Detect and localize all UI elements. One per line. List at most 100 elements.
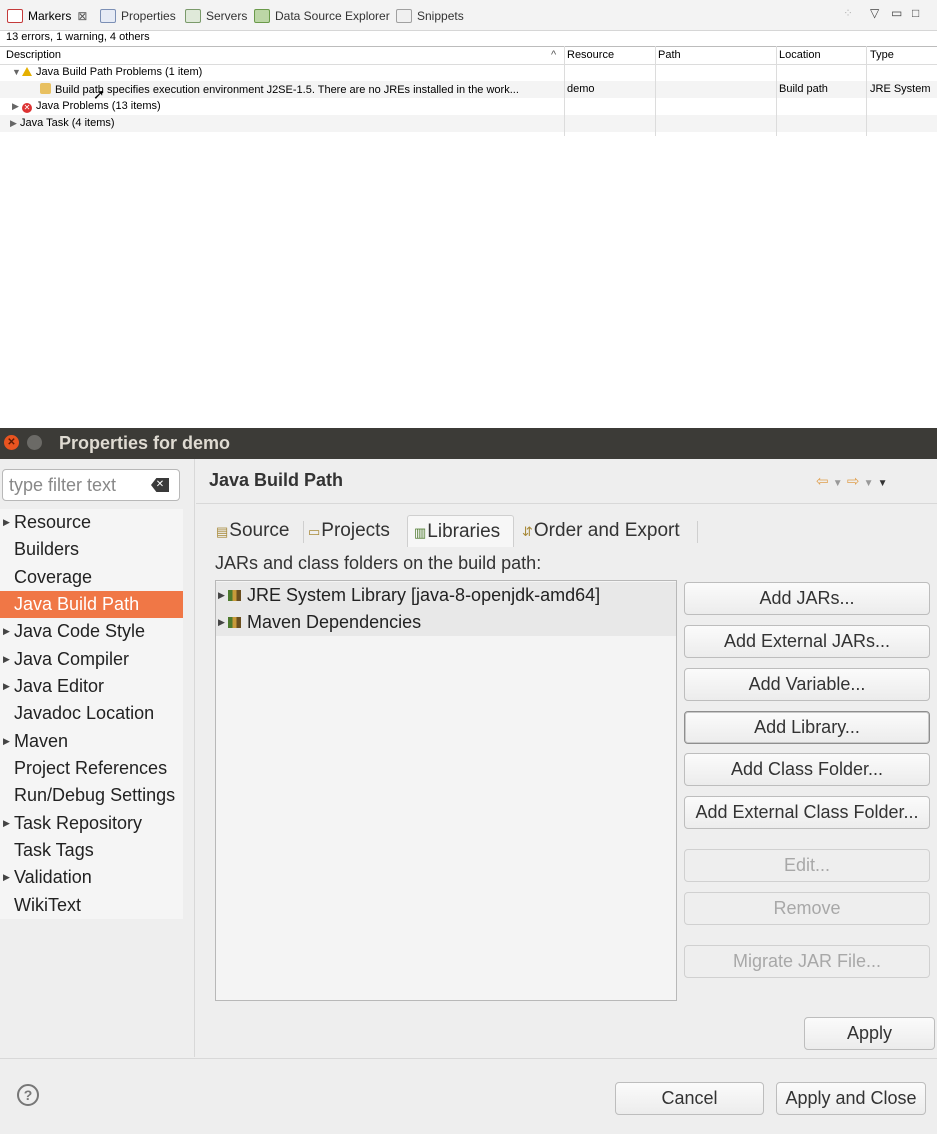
nav-item-maven[interactable]: ▶ Maven [0, 728, 183, 755]
tab-servers[interactable]: Servers [185, 8, 247, 24]
col-resource[interactable]: Resource [567, 49, 614, 61]
tab-projects[interactable]: ▭Projects [308, 515, 390, 547]
expand-arrow-icon[interactable]: ▶ [3, 509, 10, 536]
help-icon[interactable]: ? [17, 1084, 39, 1106]
expand-arrow-icon[interactable]: ▶ [218, 582, 225, 609]
libraries-tree[interactable]: ▶ JRE System Library [java-8-openjdk-amd… [215, 580, 677, 1001]
library-icon [228, 617, 241, 628]
forward-menu-icon[interactable]: ▼ [864, 478, 874, 489]
cancel-button[interactable]: Cancel [615, 1082, 764, 1115]
forward-arrow-icon[interactable]: ⇨ [847, 473, 860, 490]
nav-item-java-editor[interactable]: ▶ Java Editor [0, 673, 183, 700]
order-export-icon: ⇵ [522, 524, 533, 539]
add-library-button[interactable]: Add Library... [684, 711, 930, 744]
migrate-jar-button[interactable]: Migrate JAR File... [684, 945, 930, 978]
apply-and-close-button[interactable]: Apply and Close [776, 1082, 926, 1115]
expand-arrow-icon[interactable]: ▶ [3, 864, 10, 891]
row-type: JRE System [870, 83, 931, 95]
tab-markers[interactable]: Markers ⊠ [7, 8, 87, 24]
tab-divider [697, 521, 698, 543]
close-icon[interactable]: ⊠ [77, 9, 87, 23]
expanded-arrow-icon[interactable]: ▼ [12, 67, 22, 77]
nav-item-project-references[interactable]: Project References [0, 755, 183, 782]
add-class-folder-button[interactable]: Add Class Folder... [684, 753, 930, 786]
expand-arrow-icon[interactable]: ▶ [3, 728, 10, 755]
tab-properties[interactable]: Properties [100, 8, 176, 24]
minimize-window-icon[interactable] [27, 435, 42, 450]
markers-summary: 13 errors, 1 warning, 4 others [6, 31, 150, 43]
back-arrow-icon[interactable]: ⇦ [816, 473, 829, 490]
tab-libraries-label: Libraries [427, 521, 501, 542]
add-external-class-folder-button[interactable]: Add External Class Folder... [684, 796, 930, 829]
expand-arrow-icon[interactable]: ▶ [3, 618, 10, 645]
nav-item-task-tags[interactable]: Task Tags [0, 837, 183, 864]
table-row[interactable]: ▼ Java Build Path Problems (1 item) [0, 64, 937, 81]
collapsed-arrow-icon[interactable]: ▶ [12, 101, 22, 112]
col-path[interactable]: Path [658, 49, 681, 61]
remove-button[interactable]: Remove [684, 892, 930, 925]
col-location[interactable]: Location [779, 49, 821, 61]
col-description[interactable]: Description [6, 49, 61, 61]
nav-item-resource[interactable]: ▶ Resource [0, 509, 183, 536]
nav-item-javadoc-location[interactable]: Javadoc Location [0, 700, 183, 727]
nav-item-label: Builders [14, 539, 80, 559]
tree-item-jre-system-library[interactable]: ▶ JRE System Library [java-8-openjdk-amd… [216, 582, 676, 609]
expand-arrow-icon[interactable]: ▶ [218, 609, 225, 636]
sash-divider[interactable] [194, 459, 195, 1057]
projects-folder-icon: ▭ [308, 524, 321, 539]
add-external-jars-button[interactable]: Add External JARs... [684, 625, 930, 658]
nav-item-coverage[interactable]: Coverage [0, 564, 183, 591]
tab-snippets-label: Snippets [417, 9, 464, 23]
expand-arrow-icon[interactable]: ▶ [3, 673, 10, 700]
nav-item-task-repository[interactable]: ▶ Task Repository [0, 810, 183, 837]
nav-item-label: Java Code Style [14, 621, 146, 641]
nav-item-wikitext[interactable]: WikiText [0, 892, 183, 919]
maximize-icon[interactable]: □ [912, 6, 919, 20]
page-menu-icon[interactable]: ▼ [878, 478, 888, 489]
add-jars-button[interactable]: Add JARs... [684, 582, 930, 615]
expand-arrow-icon[interactable]: ▶ [3, 810, 10, 837]
nav-item-label: Maven [14, 731, 69, 751]
collapsed-arrow-icon[interactable]: ▶ [10, 118, 20, 129]
row-location: Build path [779, 83, 828, 95]
filter-input[interactable] [9, 475, 144, 496]
table-row[interactable]: Build path specifies execution environme… [0, 81, 937, 98]
table-row[interactable]: ▶ Java Task (4 items) [0, 115, 937, 132]
add-variable-button[interactable]: Add Variable... [684, 668, 930, 701]
tree-item-label: Maven Dependencies [247, 612, 422, 632]
minimize-icon[interactable]: ▭ [891, 6, 902, 20]
nav-item-java-build-path[interactable]: Java Build Path [0, 591, 183, 618]
view-menu-dots-icon[interactable]: ⁘ [843, 6, 853, 20]
nav-item-builders[interactable]: Builders [0, 536, 183, 563]
edit-button[interactable]: Edit... [684, 849, 930, 882]
nav-item-validation[interactable]: ▶ Validation [0, 864, 183, 891]
nav-item-label: WikiText [14, 895, 81, 915]
button-bar-divider [0, 1058, 937, 1059]
header-divider [196, 503, 937, 504]
view-menu-icon[interactable]: ▽ [870, 6, 879, 20]
tab-data-source-explorer[interactable]: Data Source Explorer [254, 8, 390, 24]
markers-tabbar: Markers ⊠ Properties Servers Data Source… [0, 0, 937, 31]
nav-item-label: Java Build Path [14, 594, 140, 614]
nav-item-label: Run/Debug Settings [14, 785, 176, 805]
table-row[interactable]: ▶ ✕ Java Problems (13 items) [0, 98, 937, 115]
apply-button[interactable]: Apply [804, 1017, 935, 1050]
expand-arrow-icon[interactable]: ▶ [3, 646, 10, 673]
page-title: Java Build Path [209, 470, 344, 490]
tree-item-label: JRE System Library [java-8-openjdk-amd64… [247, 585, 601, 605]
nav-item-run-debug-settings[interactable]: Run/Debug Settings [0, 782, 183, 809]
back-menu-icon[interactable]: ▼ [833, 478, 843, 489]
tab-libraries[interactable]: ▥Libraries [407, 515, 514, 547]
nav-item-java-compiler[interactable]: ▶ Java Compiler [0, 646, 183, 673]
clear-filter-icon[interactable]: ✕ [151, 478, 169, 492]
close-window-icon[interactable]: ✕ [4, 435, 19, 450]
tab-source[interactable]: ▤Source [216, 515, 290, 547]
filter-field[interactable]: ✕ [2, 469, 180, 501]
property-page-list: ▶ Resource Builders Coverage Java Build P… [0, 509, 183, 919]
tree-item-maven-dependencies[interactable]: ▶ Maven Dependencies [216, 609, 676, 636]
sort-ascending-icon: ^ [551, 49, 557, 61]
tab-snippets[interactable]: Snippets [396, 8, 464, 24]
col-type[interactable]: Type [870, 49, 894, 61]
nav-item-java-code-style[interactable]: ▶ Java Code Style [0, 618, 183, 645]
tab-order-and-export[interactable]: ⇵Order and Export [522, 515, 680, 547]
